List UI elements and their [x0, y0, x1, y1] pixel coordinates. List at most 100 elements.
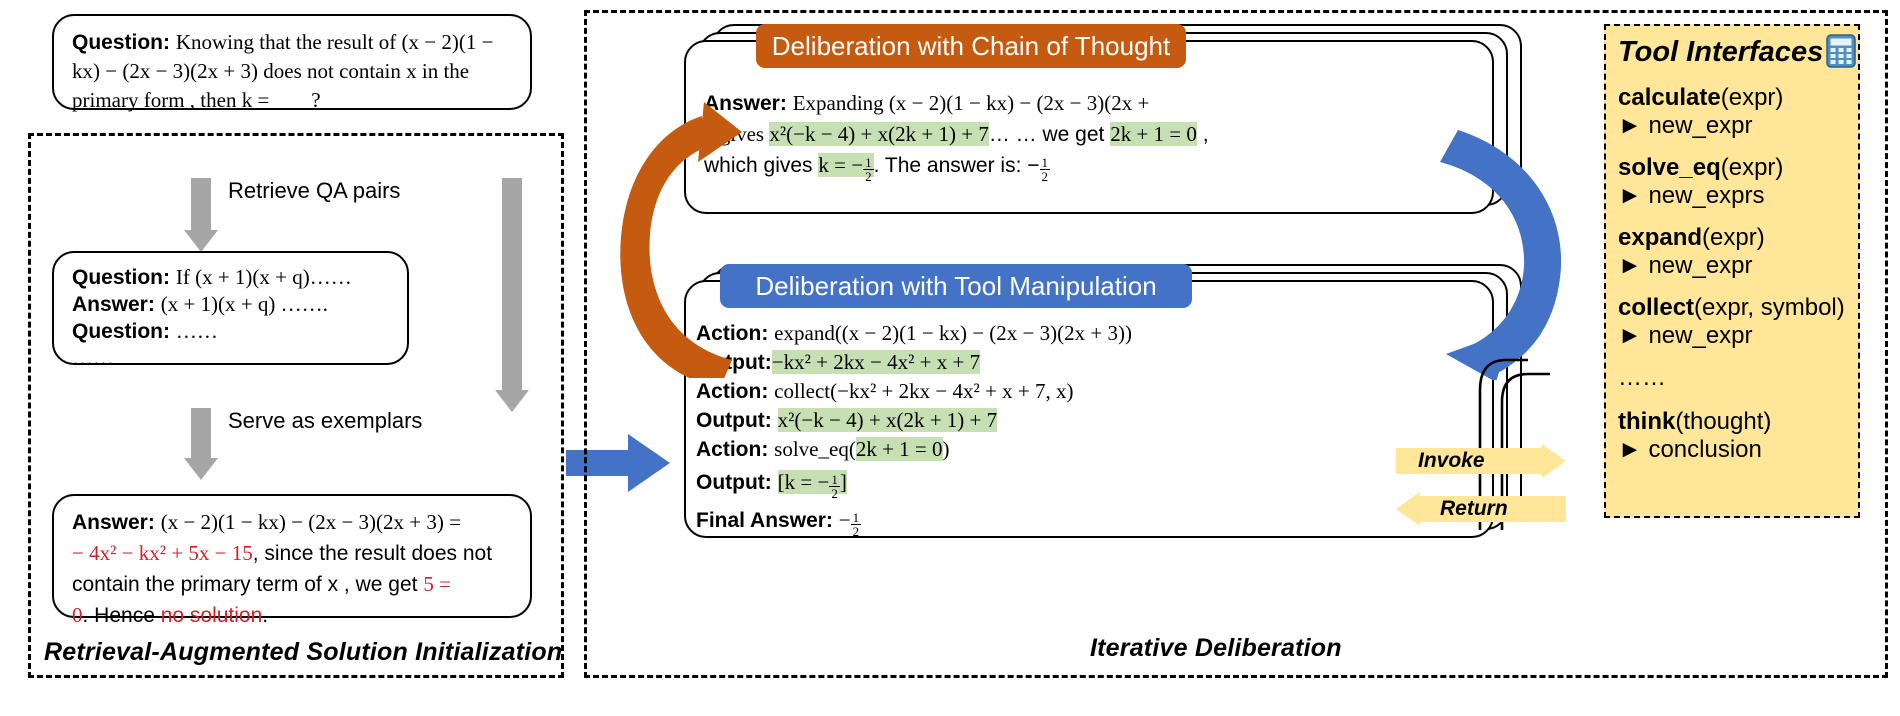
serve-arrow [184, 408, 218, 480]
exemplar-q1-label: Question: [72, 266, 170, 289]
tool-args: (expr, symbol) [1694, 294, 1845, 321]
question-line-1: Question: Knowing that the result of (x … [72, 28, 522, 57]
cot-text-2c: , [1196, 123, 1209, 146]
initial-answer-red-expr: − 4x² − kx² + 5x − 15 [72, 541, 253, 565]
tool-row-value: −kx² + 2kx − 4x² + x + 7 [771, 350, 981, 374]
exemplar-card: Question: If (x + 1)(x + q)…… Answer: (x… [52, 251, 409, 370]
tool-return-value: new_exprs [1648, 182, 1765, 209]
tool-row: Output:−kx² + 2kx − 4x² + x + 7 [696, 348, 1486, 377]
tool-interface-item[interactable]: collect(expr, symbol) ► new_expr [1618, 294, 1856, 350]
tool-row-label: Output: [696, 409, 772, 432]
cot-text-1: Expanding (x − 2)(1 − kx) − (2x − 3)(2x … [792, 91, 1150, 115]
question-card: Question: Knowing that the result of (x … [52, 14, 532, 112]
tool-row-value: solve_eq(2k + 1 = 0) [774, 437, 950, 461]
tool-signature: calculate(expr) [1618, 84, 1856, 112]
calculator-icon [1826, 34, 1856, 68]
return-marker-icon: ► [1618, 112, 1642, 139]
tool-args: (expr) [1720, 154, 1784, 181]
tool-signature: solve_eq(expr) [1618, 154, 1856, 182]
retrieve-arrow-label: Retrieve QA pairs [228, 178, 401, 203]
exemplar-question-1: Question: If (x + 1)(x + q)…… [72, 264, 402, 291]
question-text-3: primary form , then k = ___ ? [72, 88, 321, 112]
tool-args: (thought) [1675, 408, 1772, 435]
initial-answer-line-1: Answer: (x − 2)(1 − kx) − (2x − 3)(2x + … [72, 507, 524, 538]
return-marker-icon: ► [1618, 322, 1642, 349]
initial-answer-text-4: . Hence [82, 604, 161, 627]
initial-answer-no-solution: no solution [160, 604, 263, 627]
cot-text-2b: … … we get [988, 123, 1111, 146]
tool-return: ► conclusion [1618, 436, 1856, 464]
tool-to-cot-arrow [620, 102, 742, 378]
tool-row: Output: [k = −1 2] [696, 464, 1486, 501]
cot-line-1: Answer: Expanding (x − 2)(1 − kx) − (2x … [704, 88, 1482, 119]
question-label: Question: [72, 31, 170, 54]
return-label: Return [1440, 497, 1508, 520]
tool-row-value: collect(−kx² + 2kx − 4x² + x + 7, x) [774, 379, 1074, 403]
tool-args: (expr) [1720, 84, 1784, 111]
cot-highlight-1: x²(−k − 4) + x(2k + 1) + 7 [769, 122, 989, 146]
tool-row: Action: solve_eq(2k + 1 = 0) [696, 435, 1486, 464]
tool-return: ► new_expr [1618, 252, 1856, 280]
tool-interface-item[interactable]: expand(expr) ► new_expr [1618, 224, 1856, 280]
return-marker-icon: ► [1618, 182, 1642, 209]
invoke-label: Invoke [1418, 449, 1485, 472]
cot-header: Deliberation with Chain of Thought [756, 24, 1186, 68]
initial-answer-red-zero: 0 [72, 603, 83, 627]
initial-answer-card: Answer: (x − 2)(1 − kx) − (2x − 3)(2x + … [52, 494, 532, 627]
tool-row: Output: x²(−k − 4) + x(2k + 1) + 7 [696, 406, 1486, 435]
tool-return-value: new_expr [1648, 112, 1753, 139]
tool-name: expand [1618, 224, 1703, 251]
return-marker-icon: ► [1618, 436, 1642, 463]
cot-highlight-2: 2k + 1 = 0 [1110, 122, 1197, 146]
exemplar-q2-label: Question: [72, 320, 170, 343]
exemplar-q1-text: If (x + 1)(x + q)…… [175, 265, 352, 289]
tool-name: solve_eq [1618, 154, 1721, 181]
tool-return-value: new_expr [1648, 322, 1753, 349]
initial-answer-line-2: − 4x² − kx² + 5x − 15, since the result … [72, 538, 524, 569]
tool-name: think [1618, 408, 1676, 435]
exemplar-a1-text: (x + 1)(x + q) ……. [160, 292, 328, 316]
tool-body: Action: expand((x − 2)(1 − kx) − (2x − 3… [696, 319, 1486, 540]
tool-interfaces-list: calculate(expr) ► new_expr solve_eq(expr… [1618, 84, 1856, 464]
exemplar-ellipsis: …… [72, 346, 114, 370]
initial-answer-text-3: contain the primary term of x , we get [72, 573, 424, 596]
question-text-2: kx) − (2x − 3)(2x + 3) does not contain … [72, 59, 470, 83]
tool-interfaces-ellipsis: …… [1618, 364, 1666, 391]
tool-row-label: Action: [696, 380, 769, 403]
return-flag: Return [1396, 492, 1566, 531]
tool-signature: collect(expr, symbol) [1618, 294, 1856, 322]
tool-row: Action: expand((x − 2)(1 − kx) − (2x − 3… [696, 319, 1486, 348]
tool-args: (expr) [1702, 224, 1765, 251]
return-marker-icon: ► [1618, 252, 1642, 279]
serve-arrow-label: Serve as exemplars [228, 408, 423, 433]
exemplar-answer-1: Answer: (x + 1)(x + q) ……. [72, 291, 402, 318]
tool-name: calculate [1618, 84, 1721, 111]
tool-signature: think(thought) [1618, 408, 1856, 436]
tool-row-value: x²(−k − 4) + x(2k + 1) + 7 [777, 408, 998, 432]
left-section-caption: Retrieval-Augmented Solution Initializat… [44, 638, 563, 666]
tool-interfaces-title: Tool Interfaces [1618, 36, 1824, 68]
invoke-flag: Invoke [1396, 444, 1566, 483]
cot-text-3b: . The answer is: −1 2 [873, 154, 1051, 184]
initial-answer-label: Answer: [72, 511, 155, 534]
tool-return: ► new_expr [1618, 112, 1856, 140]
tool-return: ► new_exprs [1618, 182, 1856, 210]
initial-answer-red-eq: 5 = [423, 572, 451, 596]
question-to-answer-arrow [495, 178, 529, 412]
cot-line-2: 3 gives x²(−k − 4) + x(2k + 1) + 7… … we… [704, 119, 1482, 150]
tool-final-answer-value: −1 2 [838, 508, 862, 539]
tool-row: Action: collect(−kx² + 2kx − 4x² + x + 7… [696, 377, 1486, 406]
tool-row-label: Output: [696, 471, 772, 494]
tool-interface-item[interactable]: think(thought) ► conclusion [1618, 408, 1856, 464]
tool-row-value: expand((x − 2)(1 − kx) − (2x − 3)(2x + 3… [774, 321, 1132, 345]
tool-return-value: conclusion [1648, 436, 1762, 463]
tool-interface-item[interactable]: solve_eq(expr) ► new_exprs [1618, 154, 1856, 210]
initial-answer-expr: (x − 2)(1 − kx) − (2x − 3)(2x + 3) = [160, 510, 461, 534]
tool-row-final: Final Answer: −1 2 [696, 501, 1486, 540]
tool-name: collect [1618, 294, 1695, 321]
tool-interface-item[interactable]: calculate(expr) ► new_expr [1618, 84, 1856, 140]
initial-answer-period: . [262, 604, 269, 627]
cot-body: Answer: Expanding (x − 2)(1 − kx) − (2x … [704, 88, 1482, 183]
initial-answer-line-3: contain the primary term of x , we get 5… [72, 569, 524, 600]
tool-return-value: new_expr [1648, 252, 1753, 279]
